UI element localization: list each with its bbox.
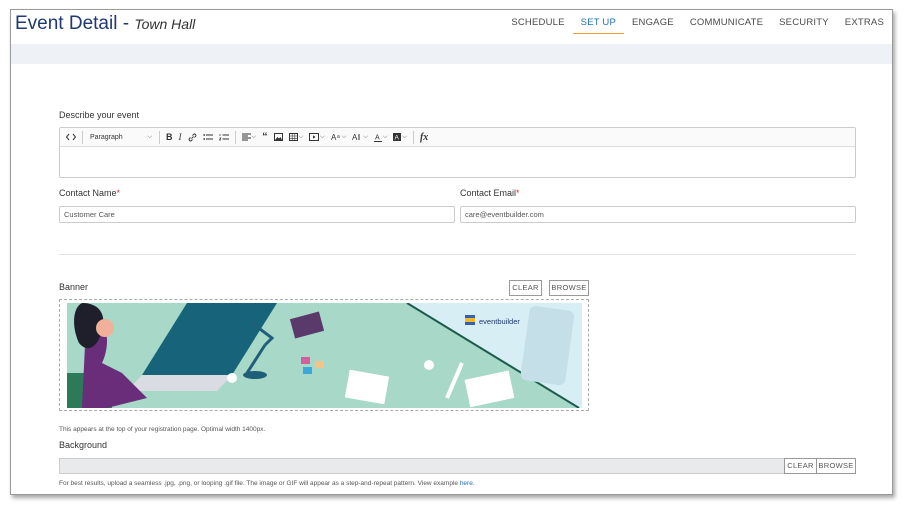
svg-text:A: A xyxy=(395,135,400,142)
toolbar-divider xyxy=(159,130,160,144)
bold-icon[interactable]: B xyxy=(166,132,173,142)
contact-name-input[interactable]: Customer Care xyxy=(59,206,455,223)
table-icon[interactable]: ⌵ xyxy=(288,133,303,141)
tab-set-up[interactable]: SET UP xyxy=(572,10,625,34)
editor-toolbar: Paragraph ⌵ B I ⌵ “ ⌵ ⌵ A a ⌵ A ⌵ A ⌵ A … xyxy=(60,128,855,147)
paragraph-format-select[interactable]: Paragraph ⌵ xyxy=(90,134,152,141)
tab-engage[interactable]: ENGAGE xyxy=(624,10,682,34)
formula-icon[interactable]: fx xyxy=(420,132,428,143)
tab-security[interactable]: SECURITY xyxy=(771,10,837,34)
background-color-icon[interactable]: A ⌵ xyxy=(393,133,407,141)
code-view-icon[interactable] xyxy=(66,133,76,141)
bullet-list-icon[interactable] xyxy=(202,133,213,141)
text-style-icon[interactable]: A ⌵ xyxy=(352,133,368,141)
paragraph-format-value: Paragraph xyxy=(90,133,123,141)
required-mark: * xyxy=(116,188,121,198)
banner-image: eventbuilder xyxy=(67,303,582,408)
required-mark: * xyxy=(516,188,520,198)
italic-icon[interactable]: I xyxy=(179,132,182,142)
toolbar-divider xyxy=(82,130,83,144)
contact-name-label-text: Contact Name xyxy=(59,188,117,198)
banner-hint: This appears at the top of your registra… xyxy=(59,426,266,433)
banner-label: Banner xyxy=(59,282,89,292)
view-example-link[interactable]: here xyxy=(460,480,473,487)
chevron-down-icon: ⌵ xyxy=(147,133,152,140)
tab-communicate[interactable]: COMMUNICATE xyxy=(682,10,771,34)
align-icon[interactable]: ⌵ xyxy=(241,133,256,141)
top-bar: Event Detail - Town Hall SCHEDULE SET UP… xyxy=(11,10,892,44)
background-hint-text: For best results, upload a seamless .jpg… xyxy=(59,480,458,487)
banner-clear-button[interactable]: CLEAR xyxy=(509,280,542,296)
svg-text:A: A xyxy=(352,133,358,141)
app-window: Event Detail - Town Hall SCHEDULE SET UP… xyxy=(10,9,893,495)
toolbar-divider xyxy=(234,130,236,144)
background-label: Background xyxy=(59,440,108,450)
background-browse-button[interactable]: BROWSE xyxy=(816,458,856,474)
background-hint: For best results, upload a seamless .jpg… xyxy=(59,480,475,487)
event-name: Town Hall xyxy=(134,16,196,32)
svg-text:A: A xyxy=(375,134,380,141)
tab-extras[interactable]: EXTRAS xyxy=(837,10,892,34)
font-color-icon[interactable]: A ⌵ xyxy=(373,133,387,142)
video-icon[interactable]: ⌵ xyxy=(309,133,325,141)
link-icon[interactable] xyxy=(188,133,197,142)
describe-label: Describe your event xyxy=(59,110,140,120)
background-hint-end: . xyxy=(472,480,475,487)
banner-illustration: eventbuilder xyxy=(67,303,582,408)
contact-email-input[interactable]: care@eventbuilder.com xyxy=(460,206,856,223)
contact-email-label: Contact Email* xyxy=(460,188,520,198)
banner-dropzone[interactable]: eventbuilder xyxy=(59,299,589,411)
page-title: Event Detail - Town Hall xyxy=(15,13,195,35)
contact-name-label: Contact Name* xyxy=(59,188,120,198)
background-clear-button[interactable]: CLEAR xyxy=(784,458,817,474)
contact-email-label-text: Contact Email xyxy=(460,188,517,198)
numbered-list-icon[interactable] xyxy=(218,133,229,141)
section-divider xyxy=(59,254,856,255)
quote-icon[interactable]: “ xyxy=(262,131,268,143)
banner-brand-text: eventbuilder xyxy=(479,317,520,326)
font-size-icon[interactable]: Aa ⌵ xyxy=(331,133,347,141)
editor-body[interactable] xyxy=(60,147,855,177)
rich-text-editor: Paragraph ⌵ B I ⌵ “ ⌵ ⌵ A a ⌵ A ⌵ A ⌵ A … xyxy=(59,127,856,178)
background-file-field[interactable] xyxy=(59,458,856,474)
page-title-text: Event Detail - xyxy=(15,13,130,34)
tab-schedule[interactable]: SCHEDULE xyxy=(503,10,572,34)
toolbar-divider xyxy=(412,130,414,144)
image-icon[interactable] xyxy=(273,133,283,141)
main-nav: SCHEDULE SET UP ENGAGE COMMUNICATE SECUR… xyxy=(503,10,892,44)
banner-browse-button[interactable]: BROWSE xyxy=(549,280,589,296)
sub-header-band xyxy=(11,44,892,64)
svg-text:a: a xyxy=(337,134,340,140)
